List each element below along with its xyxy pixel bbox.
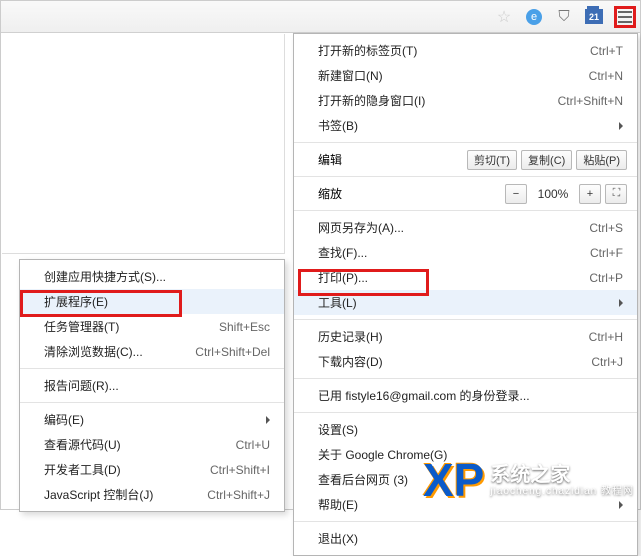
page-content-area [2,34,285,254]
calendar-icon[interactable]: 21 [584,7,604,27]
copy-button[interactable]: 复制(C) [521,150,572,170]
menu-new-window[interactable]: 新建窗口(N)Ctrl+N [294,63,637,88]
zoom-in-button[interactable]: + [579,184,601,204]
bookmark-star-icon[interactable]: ☆ [494,7,514,27]
menu-downloads[interactable]: 下载内容(D)Ctrl+J [294,349,637,374]
sub-report-issue[interactable]: 报告问题(R)... [20,373,284,398]
menu-settings[interactable]: 设置(S) [294,417,637,442]
menu-about[interactable]: 关于 Google Chrome(G) [294,442,637,467]
cut-button[interactable]: 剪切(T) [467,150,517,170]
menu-zoom-row: 缩放 − 100% + ⛶ [294,181,637,206]
paste-button[interactable]: 粘贴(P) [576,150,627,170]
zoom-percent: 100% [531,184,575,204]
sub-view-source[interactable]: 查看源代码(U)Ctrl+U [20,432,284,457]
menu-print[interactable]: 打印(P)...Ctrl+P [294,265,637,290]
menu-new-tab[interactable]: 打开新的标签页(T)Ctrl+T [294,38,637,63]
menu-exit[interactable]: 退出(X) [294,526,637,551]
fullscreen-button[interactable]: ⛶ [605,184,627,204]
edit-label: 编辑 [318,151,467,168]
sub-js-console[interactable]: JavaScript 控制台(J)Ctrl+Shift+J [20,482,284,507]
sub-clear-data[interactable]: 清除浏览数据(C)...Ctrl+Shift+Del [20,339,284,364]
menu-find[interactable]: 查找(F)...Ctrl+F [294,240,637,265]
sub-encoding[interactable]: 编码(E) [20,407,284,432]
menu-separator [20,368,284,369]
menu-separator [294,378,637,379]
menu-separator [294,210,637,211]
sub-extensions[interactable]: 扩展程序(E) [20,289,284,314]
chrome-menu-button[interactable] [614,6,636,28]
sub-devtools[interactable]: 开发者工具(D)Ctrl+Shift+I [20,457,284,482]
zoom-label: 缩放 [318,185,505,202]
extension-globe-icon[interactable]: e [524,7,544,27]
menu-history[interactable]: 历史记录(H)Ctrl+H [294,324,637,349]
chrome-main-menu: 打开新的标签页(T)Ctrl+T 新建窗口(N)Ctrl+N 打开新的隐身窗口(… [293,33,638,556]
menu-incognito[interactable]: 打开新的隐身窗口(I)Ctrl+Shift+N [294,88,637,113]
menu-save-as[interactable]: 网页另存为(A)...Ctrl+S [294,215,637,240]
menu-separator [294,319,637,320]
menu-help[interactable]: 帮助(E) [294,492,637,517]
sub-create-shortcut[interactable]: 创建应用快捷方式(S)... [20,264,284,289]
menu-separator [20,402,284,403]
menu-signed-in[interactable]: 已用 fistyle16@gmail.com 的身份登录... [294,383,637,408]
tools-submenu: 创建应用快捷方式(S)... 扩展程序(E) 任务管理器(T)Shift+Esc… [19,259,285,512]
menu-separator [294,176,637,177]
menu-background-pages[interactable]: 查看后台网页 (3) [294,467,637,492]
extension-shield-icon[interactable]: ⛉ [554,7,574,27]
menu-separator [294,521,637,522]
menu-separator [294,142,637,143]
sub-task-manager[interactable]: 任务管理器(T)Shift+Esc [20,314,284,339]
menu-bookmarks[interactable]: 书签(B) [294,113,637,138]
zoom-out-button[interactable]: − [505,184,527,204]
menu-edit-row: 编辑 剪切(T) 复制(C) 粘贴(P) [294,147,637,172]
browser-toolbar: ☆ e ⛉ 21 [1,1,640,33]
menu-separator [294,412,637,413]
menu-tools[interactable]: 工具(L) [294,290,637,315]
